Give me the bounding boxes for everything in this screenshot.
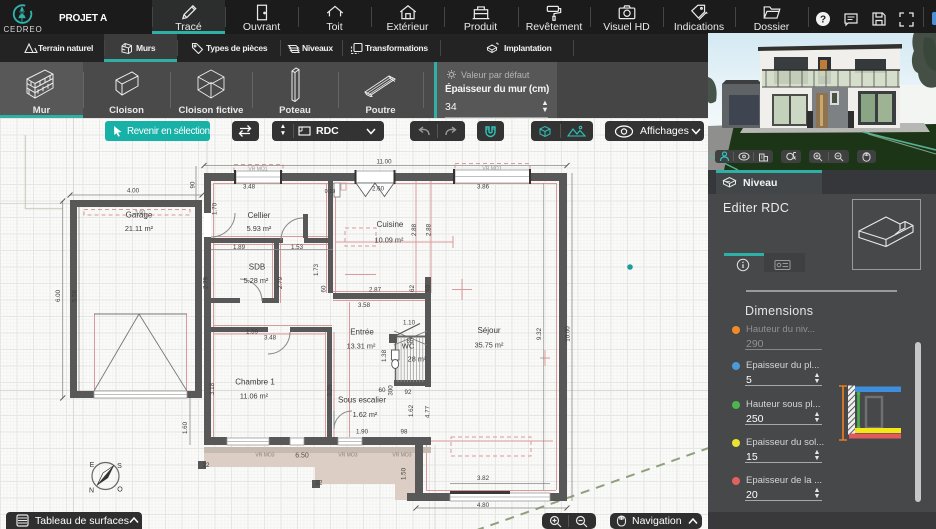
svg-text:5.28 m²: 5.28 m²	[244, 276, 269, 285]
svg-text:1.38: 1.38	[381, 349, 388, 362]
svg-text:1.62 m²: 1.62 m²	[353, 410, 378, 419]
svg-text:2.79: 2.79	[203, 276, 210, 289]
svg-text:28 m²: 28 m²	[408, 355, 427, 364]
svg-text:E: E	[90, 462, 95, 469]
svg-text:3.86: 3.86	[477, 184, 490, 191]
svg-text:11.00: 11.00	[376, 159, 392, 166]
svg-text:2.60: 2.60	[372, 186, 385, 193]
svg-text:6.50: 6.50	[295, 453, 309, 460]
svg-text:2.87: 2.87	[369, 287, 382, 294]
svg-text:22: 22	[203, 462, 210, 469]
svg-text:1.70: 1.70	[212, 202, 219, 215]
svg-text:35.75 m²: 35.75 m²	[475, 341, 504, 350]
svg-text:5.93 m²: 5.93 m²	[247, 224, 272, 233]
svg-text:2.88: 2.88	[411, 223, 418, 236]
svg-text:0.19: 0.19	[325, 189, 336, 195]
svg-text:22: 22	[316, 480, 323, 487]
svg-text:21.11 m²: 21.11 m²	[125, 224, 154, 233]
svg-text:300: 300	[388, 385, 395, 396]
svg-text:VR MO1: VR MO1	[248, 167, 267, 173]
svg-text:4.80: 4.80	[477, 502, 490, 509]
svg-text:60: 60	[425, 285, 432, 292]
svg-text:VR MO1: VR MO1	[482, 166, 501, 172]
svg-text:S: S	[117, 463, 122, 470]
svg-text:1.73: 1.73	[313, 263, 320, 276]
svg-text:3.18: 3.18	[209, 382, 216, 395]
svg-text:4.77: 4.77	[425, 405, 432, 418]
svg-text:Garage: Garage	[126, 211, 153, 220]
svg-text:O: O	[117, 487, 123, 494]
svg-text:10.00: 10.00	[565, 326, 572, 342]
svg-text:Chambre 1: Chambre 1	[235, 378, 275, 387]
svg-text:60: 60	[321, 285, 328, 292]
svg-text:1.62: 1.62	[408, 404, 415, 417]
svg-text:9.32: 9.32	[536, 327, 543, 340]
svg-text:3.48: 3.48	[243, 184, 256, 191]
svg-text:98: 98	[401, 429, 408, 436]
svg-text:92: 92	[405, 389, 412, 396]
svg-text:SDB: SDB	[249, 263, 265, 272]
svg-text:Séjour: Séjour	[477, 326, 500, 335]
svg-text:VR MO3: VR MO3	[255, 453, 274, 459]
svg-text:3.25: 3.25	[327, 384, 334, 397]
svg-text:90: 90	[190, 181, 197, 188]
svg-text:Sous escalier: Sous escalier	[338, 396, 386, 405]
svg-text:1.53: 1.53	[291, 244, 304, 251]
svg-text:5.56: 5.56	[72, 289, 79, 302]
svg-text:?: ?	[820, 15, 826, 26]
svg-text:3.58: 3.58	[358, 302, 371, 309]
svg-text:13.31 m²: 13.31 m²	[347, 342, 376, 351]
svg-text:11.06 m²: 11.06 m²	[240, 392, 269, 401]
svg-text:3.48: 3.48	[264, 335, 277, 342]
svg-text:10.09 m²: 10.09 m²	[375, 236, 404, 245]
svg-text:1.59: 1.59	[246, 329, 259, 336]
svg-text:3.82: 3.82	[477, 475, 490, 482]
svg-text:62: 62	[409, 285, 416, 292]
svg-text:2.88: 2.88	[426, 223, 433, 236]
svg-text:VR MO3: VR MO3	[338, 453, 357, 459]
svg-text:WC: WC	[402, 342, 415, 351]
svg-text:6.00: 6.00	[55, 289, 62, 302]
svg-text:1.60: 1.60	[182, 421, 189, 434]
svg-text:Cuisine: Cuisine	[377, 220, 404, 229]
svg-text:4.00: 4.00	[127, 188, 140, 195]
svg-text:60: 60	[379, 387, 386, 394]
svg-text:2.79: 2.79	[277, 276, 284, 289]
svg-text:1.89: 1.89	[233, 244, 246, 251]
svg-text:1.90: 1.90	[356, 429, 369, 436]
svg-text:VR MO3: VR MO3	[392, 453, 411, 459]
svg-text:1.10: 1.10	[403, 320, 416, 327]
svg-text:Entrée: Entrée	[350, 328, 374, 337]
svg-text:N: N	[89, 488, 94, 495]
svg-text:1.50: 1.50	[401, 467, 408, 480]
svg-text:Cellier: Cellier	[248, 211, 271, 220]
